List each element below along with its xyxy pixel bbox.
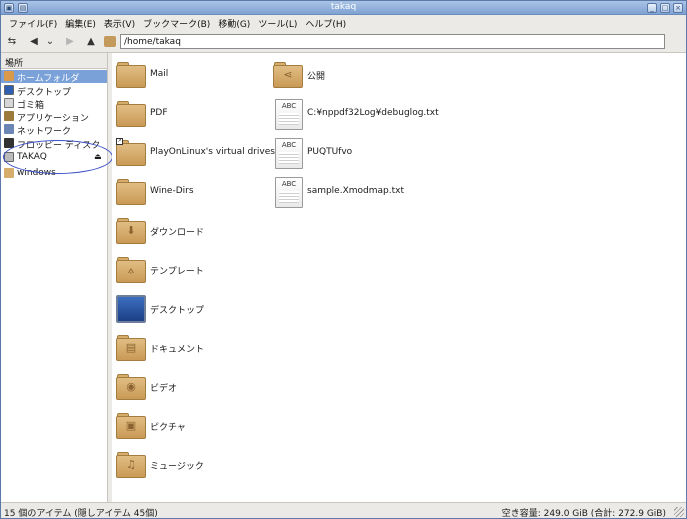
trash-icon [4,98,14,108]
file-name: Wine-Dirs [150,186,194,196]
file-name: ダウンロード [150,228,205,238]
sidebar-item-label: ネットワーク [17,127,72,137]
file-item-videos[interactable]: ◉ ビデオ [112,370,262,404]
menu-view[interactable]: 表示(V) [100,17,139,30]
file-item-downloads[interactable]: ⬇ ダウンロード [112,214,262,248]
resize-grip[interactable] [674,507,684,517]
sidebar-item-home[interactable]: ホームフォルダ [1,70,107,84]
folder-icon [116,60,146,90]
folder-icon [116,177,146,207]
desktop-icon [4,85,14,95]
up-icon[interactable]: ▲ [84,35,98,49]
close-icon[interactable]: × [673,3,683,13]
pictures-folder-icon: ▣ [116,411,146,441]
sidebar-item-desktop[interactable]: デスクトップ [1,84,107,98]
network-icon [4,124,14,134]
file-item-pictures[interactable]: ▣ ピクチャ [112,409,262,443]
location-input[interactable] [120,34,665,49]
text-file-icon: ABC [273,99,303,130]
public-folder-icon: ⋖ [273,60,303,90]
sidebar-item-network[interactable]: ネットワーク [1,123,107,137]
file-name: ピクチャ [150,423,186,433]
menu-bar: ファイル(F) 編集(E) 表示(V) ブックマーク(B) 移動(G) ツール(… [1,15,686,31]
download-folder-icon: ⬇ [116,216,146,246]
file-name: PUQTUfvo [307,147,353,157]
title-bar[interactable]: ▣ ▤ takaq _ □ × [1,1,686,15]
forward-icon[interactable]: ▶ [63,35,77,49]
menu-tools[interactable]: ツール(L) [254,17,301,30]
menu-file[interactable]: ファイル(F) [5,17,61,30]
places-sidebar: 場所 ⌄ ホームフォルダ デスクトップ ゴミ箱 アプリケーション ネットワーク … [1,53,108,502]
sidebar-item-applications[interactable]: アプリケーション [1,110,107,124]
history-chevron-down-icon[interactable]: ⌄ [43,35,57,49]
folder-icon [4,168,14,178]
file-item-desktop[interactable]: デスクトップ [112,292,262,326]
folder-icon [116,99,146,129]
music-folder-icon: ♫ [116,450,146,480]
sidebar-item-trash[interactable]: ゴミ箱 [1,97,107,111]
status-bar: 15 個のアイテム (隠しアイテム 45個) 空き容量: 249.0 GiB (… [1,502,686,518]
doc-icon-text: ABC [281,102,297,110]
menu-bookmarks[interactable]: ブックマーク(B) [139,17,214,30]
file-name: Mail [150,69,169,79]
file-item-wine-dirs[interactable]: Wine-Dirs [112,175,262,209]
annotation-ellipse [3,140,113,174]
toggle-sidebar-icon[interactable]: ⇆ [5,35,19,49]
file-view: Mail PDF ↗ PlayOnLinux's virtual drives … [112,53,686,502]
file-name: C:¥nppdf32Log¥debuglog.txt [307,108,439,118]
free-space: 空き容量: 249.0 GiB (合計: 272.9 GiB) [501,509,666,519]
toolbar: ⇆ ◀ ⌄ ▶ ▲ [1,31,686,53]
file-item-documents[interactable]: ▤ ドキュメント [112,331,262,365]
item-count: 15 個のアイテム (隠しアイテム 45個) [4,509,158,519]
sidebar-item-label: ホームフォルダ [17,74,80,84]
file-item-mail[interactable]: Mail [112,58,262,92]
home-folder-icon [4,71,14,81]
file-name: ビデオ [150,384,178,394]
doc-icon-text: ABC [281,141,297,149]
documents-folder-icon: ▤ [116,333,146,363]
file-item-pdf[interactable]: PDF [112,97,262,131]
file-name: sample.Xmodmap.txt [307,186,404,196]
location-folder-icon [104,36,116,47]
places-header[interactable]: 場所 ⌄ [1,53,107,69]
doc-icon-text: ABC [281,180,297,188]
templates-folder-icon: ⟑ [116,255,146,285]
symlink-badge-icon: ↗ [116,138,123,145]
desktop-icon [116,294,146,324]
file-item-playonlinux[interactable]: ↗ PlayOnLinux's virtual drives [112,136,275,170]
text-file-icon: ABC [273,177,303,208]
chevron-down-icon[interactable]: ⌄ [5,55,101,64]
folder-link-icon: ↗ [116,138,146,168]
file-name: ミュージック [150,462,204,472]
file-item-debuglog[interactable]: ABC C:¥nppdf32Log¥debuglog.txt [269,97,529,131]
file-name: 公開 [307,72,326,82]
back-icon[interactable]: ◀ [27,35,41,49]
file-item-puqtufvo[interactable]: ABC PUQTUfvo [269,136,469,170]
file-item-xmodmap[interactable]: ABC sample.Xmodmap.txt [269,175,469,209]
applications-icon [4,111,14,121]
videos-folder-icon: ◉ [116,372,146,402]
file-name: ドキュメント [150,345,205,355]
window-title: takaq [330,2,357,12]
file-item-templates[interactable]: ⟑ テンプレート [112,253,262,287]
file-name: PlayOnLinux's virtual drives [150,147,275,157]
file-item-public[interactable]: ⋖ 公開 [269,58,469,92]
menu-help[interactable]: ヘルプ(H) [301,17,350,30]
file-name: デスクトップ [150,306,205,316]
file-manager-window: ▣ ▤ takaq _ □ × ファイル(F) 編集(E) 表示(V) ブックマ… [0,0,687,519]
file-name: テンプレート [150,267,204,277]
file-name: PDF [150,108,168,118]
text-file-icon: ABC [273,138,303,169]
maximize-icon[interactable]: □ [660,3,670,13]
file-item-music[interactable]: ♫ ミュージック [112,448,262,482]
menu-edit[interactable]: 編集(E) [61,17,100,30]
menu-go[interactable]: 移動(G) [214,17,254,30]
minimize-icon[interactable]: _ [647,3,657,13]
